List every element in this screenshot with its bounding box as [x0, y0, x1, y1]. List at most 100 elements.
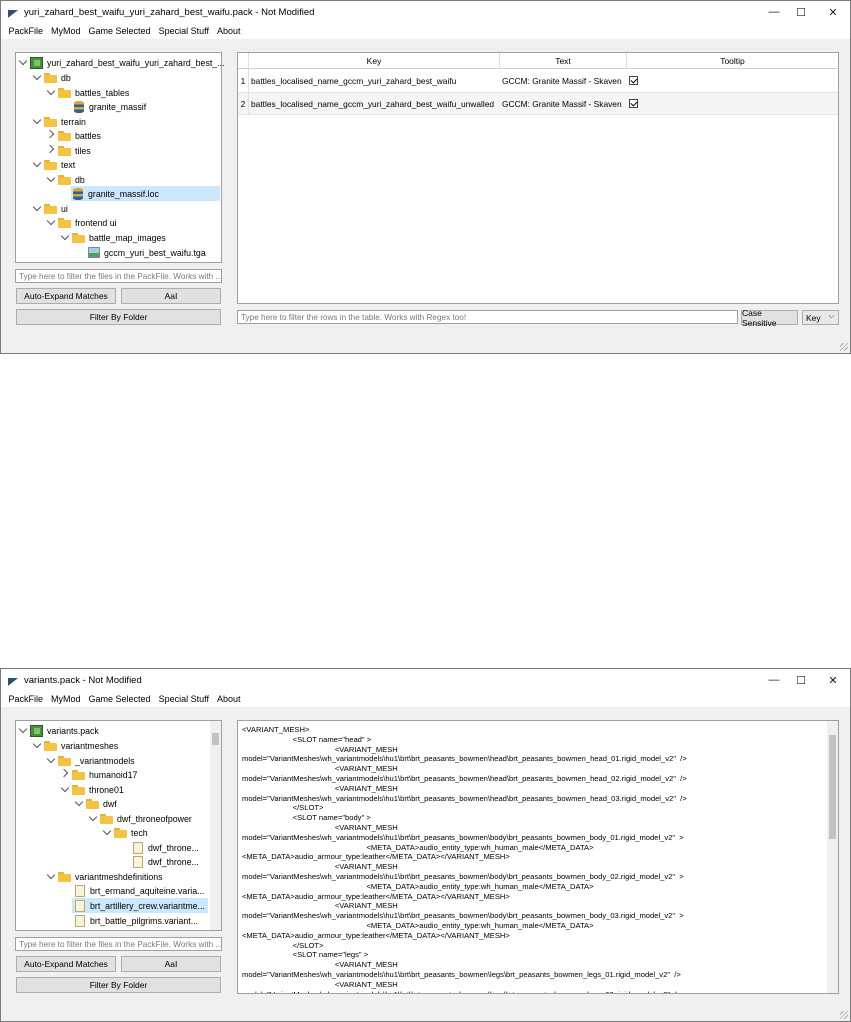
- text-editor[interactable]: <VARIANT_MESH> <SLOT name="head" > <VARI…: [237, 720, 839, 994]
- filter-by-folder-button[interactable]: Filter By Folder: [16, 309, 221, 325]
- code-line[interactable]: model="VariantMeshes\wh_variantmodels\hu…: [242, 754, 687, 764]
- code-line[interactable]: <META_DATA>audio_armour_type:leather</ME…: [242, 892, 687, 902]
- maximize-button[interactable]: ☐: [784, 1, 818, 23]
- table-view[interactable]: Key Text Tooltip 1 battles_localised_nam…: [237, 52, 839, 304]
- tree-item[interactable]: battle_map_images: [60, 230, 166, 245]
- auto-expand-matches-button[interactable]: Auto-Expand Matches: [16, 956, 116, 972]
- tree-item[interactable]: throne01: [60, 782, 124, 797]
- chevron-down-icon[interactable]: [46, 218, 56, 228]
- tree-item-selected[interactable]: brt_artillery_crew.variantme...: [72, 898, 208, 913]
- chevron-down-icon[interactable]: [18, 58, 28, 68]
- code-line[interactable]: <VARIANT_MESH: [242, 745, 687, 755]
- chevron-right-icon[interactable]: [46, 146, 56, 156]
- title-bar[interactable]: yuri_zahard_best_waifu_yuri_zahard_best_…: [1, 1, 850, 23]
- tree-item[interactable]: text: [32, 157, 75, 172]
- cell-tooltip[interactable]: [629, 69, 649, 92]
- chevron-right-icon[interactable]: [46, 131, 56, 141]
- menu-game-selected[interactable]: Game Selected: [85, 26, 154, 36]
- code-line[interactable]: model="VariantMeshes\wh_variantmodels\hu…: [242, 990, 687, 993]
- tree-item[interactable]: tiles: [46, 143, 91, 158]
- column-select-dropdown[interactable]: Key ⌵: [802, 310, 839, 325]
- tree-item[interactable]: tech: [102, 825, 148, 840]
- packfile-filter-input[interactable]: Type here to filter the files in the Pac…: [15, 937, 222, 951]
- tree-item[interactable]: gccm_yuri_best_waifu.tga: [86, 245, 206, 260]
- auto-expand-matches-button[interactable]: Auto-Expand Matches: [16, 288, 116, 304]
- chevron-down-icon[interactable]: [32, 160, 42, 170]
- code-line[interactable]: </SLOT>: [242, 941, 687, 951]
- maximize-button[interactable]: ☐: [784, 669, 818, 691]
- resize-grip-icon[interactable]: [840, 343, 848, 351]
- menu-game-selected[interactable]: Game Selected: [85, 694, 154, 704]
- cell-key[interactable]: battles_localised_name_gccm_yuri_zahard_…: [251, 69, 500, 92]
- case-sensitive-button[interactable]: Case Sensitive: [741, 308, 798, 328]
- cell-tooltip[interactable]: [629, 92, 649, 115]
- tree-item-selected[interactable]: granite_massif.loc: [71, 186, 220, 201]
- chevron-down-icon[interactable]: [32, 204, 42, 214]
- checkbox-checked[interactable]: [629, 99, 638, 108]
- code-line[interactable]: <SLOT name="head" >: [242, 735, 687, 745]
- chevron-down-icon[interactable]: [88, 814, 98, 824]
- code-line[interactable]: <VARIANT_MESH>: [242, 725, 687, 735]
- cell-text[interactable]: GCCM: Granite Massif - Skaven: [502, 92, 627, 115]
- column-header-tooltip[interactable]: Tooltip: [627, 53, 838, 69]
- tree-item[interactable]: dwf: [74, 796, 117, 811]
- cell-key[interactable]: battles_localised_name_gccm_yuri_zahard_…: [251, 92, 500, 115]
- tree-item[interactable]: granite_massif: [72, 99, 146, 114]
- tree-item[interactable]: brt_battle_pilgrims.variant...: [72, 913, 198, 928]
- chevron-right-icon[interactable]: [60, 770, 70, 780]
- code-line[interactable]: <VARIANT_MESH: [242, 960, 687, 970]
- code-line[interactable]: model="VariantMeshes\wh_variantmodels\hu…: [242, 774, 687, 784]
- tree-scrollbar[interactable]: [210, 721, 221, 930]
- code-line[interactable]: <VARIANT_MESH: [242, 784, 687, 794]
- code-line[interactable]: model="VariantMeshes\wh_variantmodels\hu…: [242, 833, 687, 843]
- column-header-text[interactable]: Text: [500, 53, 627, 69]
- editor-scrollbar[interactable]: [827, 721, 838, 993]
- filter-by-folder-button[interactable]: Filter By Folder: [16, 977, 221, 993]
- chevron-down-icon[interactable]: [46, 872, 56, 882]
- tree-item[interactable]: yuri_zahard_best_waifu_yuri_zahard_best_…: [18, 55, 225, 70]
- code-line[interactable]: </SLOT>: [242, 803, 687, 813]
- cell-text[interactable]: GCCM: Granite Massif - Skaven: [502, 69, 627, 92]
- close-button[interactable]: ✕: [816, 669, 850, 691]
- chevron-down-icon[interactable]: [32, 117, 42, 127]
- tree-item[interactable]: variants.pack: [18, 723, 99, 738]
- row-filter-input[interactable]: Type here to filter the rows in the tabl…: [237, 310, 738, 324]
- menu-mymod[interactable]: MyMod: [48, 26, 85, 36]
- code-line[interactable]: <META_DATA>audio_entity_type:wh_human_ma…: [242, 921, 687, 931]
- tree-item[interactable]: frontend ui: [46, 215, 117, 230]
- resize-grip-icon[interactable]: [840, 1011, 848, 1019]
- tree-item[interactable]: dwf_throne...: [130, 854, 199, 869]
- tree-item[interactable]: variantmeshes: [32, 738, 118, 753]
- menu-about[interactable]: About: [213, 26, 244, 36]
- menu-about[interactable]: About: [213, 694, 244, 704]
- packfile-tree[interactable]: yuri_zahard_best_waifu_yuri_zahard_best_…: [15, 52, 225, 263]
- chevron-down-icon[interactable]: [60, 233, 70, 243]
- code-line[interactable]: model="VariantMeshes\wh_variantmodels\hu…: [242, 794, 687, 804]
- close-button[interactable]: ✕: [816, 1, 850, 23]
- code-line[interactable]: model="VariantMeshes\wh_variantmodels\hu…: [242, 970, 687, 980]
- menu-mymod[interactable]: MyMod: [48, 694, 85, 704]
- code-line[interactable]: <META_DATA>audio_armour_type:leather</ME…: [242, 852, 687, 862]
- chevron-down-icon[interactable]: [32, 741, 42, 751]
- chevron-down-icon[interactable]: [18, 726, 28, 736]
- menu-packfile[interactable]: PackFile: [5, 26, 47, 36]
- packfile-filter-input[interactable]: Type here to filter the files in the Pac…: [15, 269, 222, 283]
- chevron-down-icon[interactable]: [46, 88, 56, 98]
- tree-item[interactable]: battles_tables: [46, 85, 129, 100]
- code-line[interactable]: <META_DATA>audio_entity_type:wh_human_ma…: [242, 882, 687, 892]
- tree-item[interactable]: db: [46, 172, 85, 187]
- case-toggle-button[interactable]: AaI: [121, 288, 221, 304]
- scrollbar-thumb[interactable]: [212, 733, 219, 745]
- code-line[interactable]: <META_DATA>audio_entity_type:wh_human_ma…: [242, 843, 687, 853]
- scrollbar-thumb[interactable]: [829, 735, 836, 839]
- code-line[interactable]: model="VariantMeshes\wh_variantmodels\hu…: [242, 911, 687, 921]
- code-line[interactable]: <META_DATA>audio_armour_type:leather</ME…: [242, 931, 687, 941]
- menu-special-stuff[interactable]: Special Stuff: [155, 694, 212, 704]
- chevron-down-icon[interactable]: [60, 785, 70, 795]
- tree-item[interactable]: dwf_throneofpower: [88, 811, 192, 826]
- chevron-down-icon[interactable]: [46, 175, 56, 185]
- packfile-tree[interactable]: variants.pack variantmeshes _variantmode…: [15, 720, 222, 931]
- code-line[interactable]: <VARIANT_MESH: [242, 901, 687, 911]
- code-line[interactable]: <VARIANT_MESH: [242, 980, 687, 990]
- menu-special-stuff[interactable]: Special Stuff: [155, 26, 212, 36]
